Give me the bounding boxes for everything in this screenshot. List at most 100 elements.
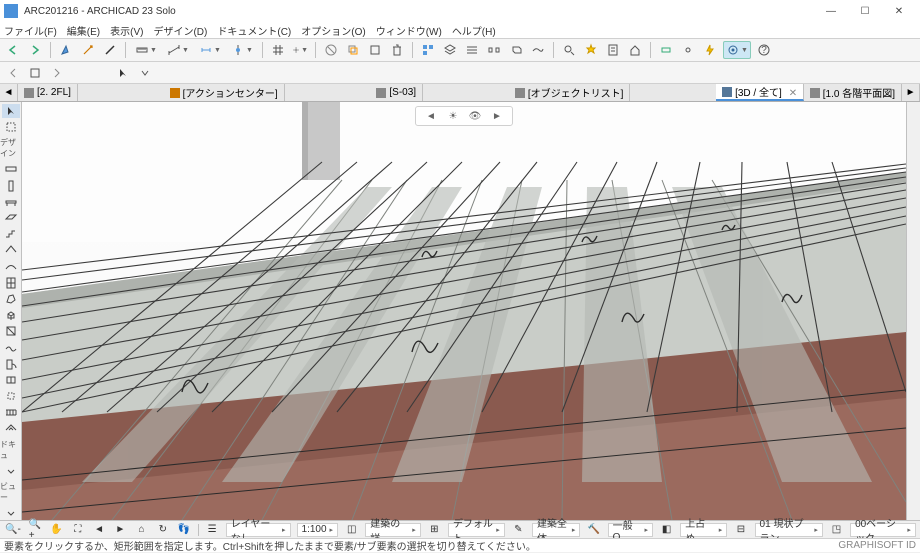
shell-tool[interactable] bbox=[2, 260, 20, 274]
arrow-down-button[interactable] bbox=[136, 64, 154, 82]
sb-dim-icon[interactable]: ◫ bbox=[344, 521, 359, 539]
solid-button[interactable] bbox=[507, 41, 525, 59]
distribute-button[interactable] bbox=[485, 41, 503, 59]
inject-button[interactable] bbox=[79, 41, 97, 59]
help-button[interactable]: ? bbox=[755, 41, 773, 59]
mesh-button[interactable] bbox=[529, 41, 547, 59]
organizer-button[interactable] bbox=[419, 41, 437, 59]
nav-expand-button[interactable]: ► bbox=[902, 84, 920, 101]
slab-tool[interactable] bbox=[2, 211, 20, 225]
vertical-scrollbar[interactable] bbox=[906, 102, 920, 520]
sb-mvo-icon[interactable]: ⊞ bbox=[427, 521, 442, 539]
sb-layer-icon[interactable]: ☰ bbox=[204, 521, 219, 539]
menu-edit[interactable]: 編集(E) bbox=[67, 23, 100, 38]
arrow-prev-button[interactable] bbox=[4, 64, 22, 82]
scale-select[interactable]: 1:100▸ bbox=[297, 523, 339, 537]
minimize-button[interactable]: — bbox=[814, 1, 848, 21]
tab-object-list[interactable]: [オブジェクトリスト] bbox=[509, 84, 631, 101]
cursor-tool-button[interactable] bbox=[114, 64, 132, 82]
suspend-button[interactable] bbox=[322, 41, 340, 59]
skylight-tool[interactable] bbox=[2, 421, 20, 435]
sb-reno-icon[interactable]: 🔨 bbox=[586, 521, 601, 539]
nav-collapse-button[interactable]: ◄ bbox=[0, 84, 18, 101]
sb-fit-button[interactable]: ⛶ bbox=[70, 521, 85, 539]
sb-prev-view-button[interactable]: ◄ bbox=[91, 521, 106, 539]
energy-button[interactable] bbox=[701, 41, 719, 59]
beam-tool[interactable] bbox=[2, 195, 20, 209]
sb-next-view-button[interactable]: ► bbox=[113, 521, 128, 539]
tab-floor-plan[interactable]: [1.0 各階平面図] bbox=[804, 84, 902, 101]
sb-home-button[interactable]: ⌂ bbox=[134, 521, 149, 539]
maximize-button[interactable]: ☐ bbox=[848, 1, 882, 21]
sb-dim2-icon[interactable]: ⊟ bbox=[733, 521, 748, 539]
undo-button[interactable] bbox=[4, 41, 22, 59]
3d-viewport[interactable]: ◄ ☀ 👁 ► bbox=[22, 102, 906, 520]
arrow-tool[interactable] bbox=[2, 104, 20, 118]
menu-document[interactable]: ドキュメント(C) bbox=[217, 23, 291, 38]
qo-dot-button[interactable]: ☀ bbox=[446, 109, 460, 123]
tab-2fl[interactable]: [2. 2FL] bbox=[18, 84, 78, 101]
qo-eye-button[interactable]: 👁 bbox=[468, 109, 482, 123]
trace-button[interactable] bbox=[344, 41, 362, 59]
window-tool[interactable] bbox=[2, 373, 20, 387]
trash-button[interactable] bbox=[388, 41, 406, 59]
menu-file[interactable]: ファイル(F) bbox=[4, 23, 57, 38]
sb-view-icon[interactable]: ◳ bbox=[829, 521, 844, 539]
close-tab-button[interactable]: ✕ bbox=[789, 88, 797, 96]
tab-action-center[interactable]: [アクションセンター] bbox=[164, 84, 285, 101]
menu-options[interactable]: オプション(O) bbox=[301, 23, 365, 38]
more-view[interactable] bbox=[2, 506, 20, 520]
sb-zoom-out-button[interactable]: 🔍- bbox=[4, 521, 22, 539]
tab-3d[interactable]: [3D / 全て]✕ bbox=[716, 84, 804, 101]
mvo-select[interactable]: 00ベーシック▸ bbox=[850, 523, 916, 537]
layers-button[interactable] bbox=[441, 41, 459, 59]
level-button[interactable]: ▼ bbox=[228, 41, 256, 59]
options-button[interactable]: ▼ bbox=[723, 41, 751, 59]
tab-s03[interactable]: [S-03] bbox=[370, 84, 423, 101]
qo-prev-button[interactable]: ◄ bbox=[424, 109, 438, 123]
morph-tool[interactable] bbox=[2, 292, 20, 306]
sb-zoom-in-button[interactable]: 🔍+ bbox=[28, 521, 43, 539]
marquee-tool[interactable] bbox=[2, 120, 20, 134]
layerset-select[interactable]: レイヤーなし▸ bbox=[226, 523, 291, 537]
menu-view[interactable]: 表示(V) bbox=[110, 23, 143, 38]
menu-help[interactable]: ヘルプ(H) bbox=[452, 23, 496, 38]
mesh-tool[interactable] bbox=[2, 340, 20, 354]
model-select[interactable]: デフォルト▸ bbox=[448, 523, 505, 537]
zone-tool[interactable] bbox=[2, 324, 20, 338]
home-button[interactable] bbox=[626, 41, 644, 59]
partial-select[interactable]: 上占め...▸ bbox=[680, 523, 727, 537]
favorite-button[interactable] bbox=[26, 64, 44, 82]
sb-walk-button[interactable]: 👣 bbox=[176, 521, 191, 539]
mep-button[interactable] bbox=[657, 41, 675, 59]
sb-hand-button[interactable]: ✋ bbox=[49, 521, 64, 539]
filter-button[interactable] bbox=[604, 41, 622, 59]
measure-button[interactable]: ▼ bbox=[164, 41, 192, 59]
snap-button[interactable]: ▼ bbox=[291, 41, 309, 59]
wall-tool[interactable] bbox=[2, 162, 20, 176]
sb-partial-icon[interactable]: ◧ bbox=[659, 521, 674, 539]
railing-tool[interactable] bbox=[2, 405, 20, 419]
dimension-button[interactable]: ▼ bbox=[196, 41, 224, 59]
sb-orbit-button[interactable]: ↻ bbox=[155, 521, 170, 539]
penset-select[interactable]: 建築全体▸ bbox=[532, 523, 581, 537]
roof-tool[interactable] bbox=[2, 243, 20, 257]
stair-tool[interactable] bbox=[2, 227, 20, 241]
magic-button[interactable] bbox=[582, 41, 600, 59]
redo-button[interactable] bbox=[26, 41, 44, 59]
sb-pen-icon[interactable]: ✎ bbox=[511, 521, 526, 539]
crop-button[interactable] bbox=[366, 41, 384, 59]
menu-design[interactable]: デザイン(D) bbox=[153, 23, 207, 38]
door-tool[interactable] bbox=[2, 357, 20, 371]
reno-select[interactable]: 一般O...▸ bbox=[608, 523, 653, 537]
arrow-next-button[interactable] bbox=[48, 64, 66, 82]
more-tools[interactable] bbox=[2, 464, 20, 478]
column-tool[interactable] bbox=[2, 179, 20, 193]
align-button[interactable] bbox=[463, 41, 481, 59]
curtain-wall-tool[interactable] bbox=[2, 276, 20, 290]
detail-select[interactable]: 建築の詳...▸ bbox=[365, 523, 420, 537]
ruler-button[interactable]: ▼ bbox=[132, 41, 160, 59]
object-tool[interactable] bbox=[2, 308, 20, 322]
grid-button[interactable] bbox=[269, 41, 287, 59]
pick-button[interactable] bbox=[57, 41, 75, 59]
